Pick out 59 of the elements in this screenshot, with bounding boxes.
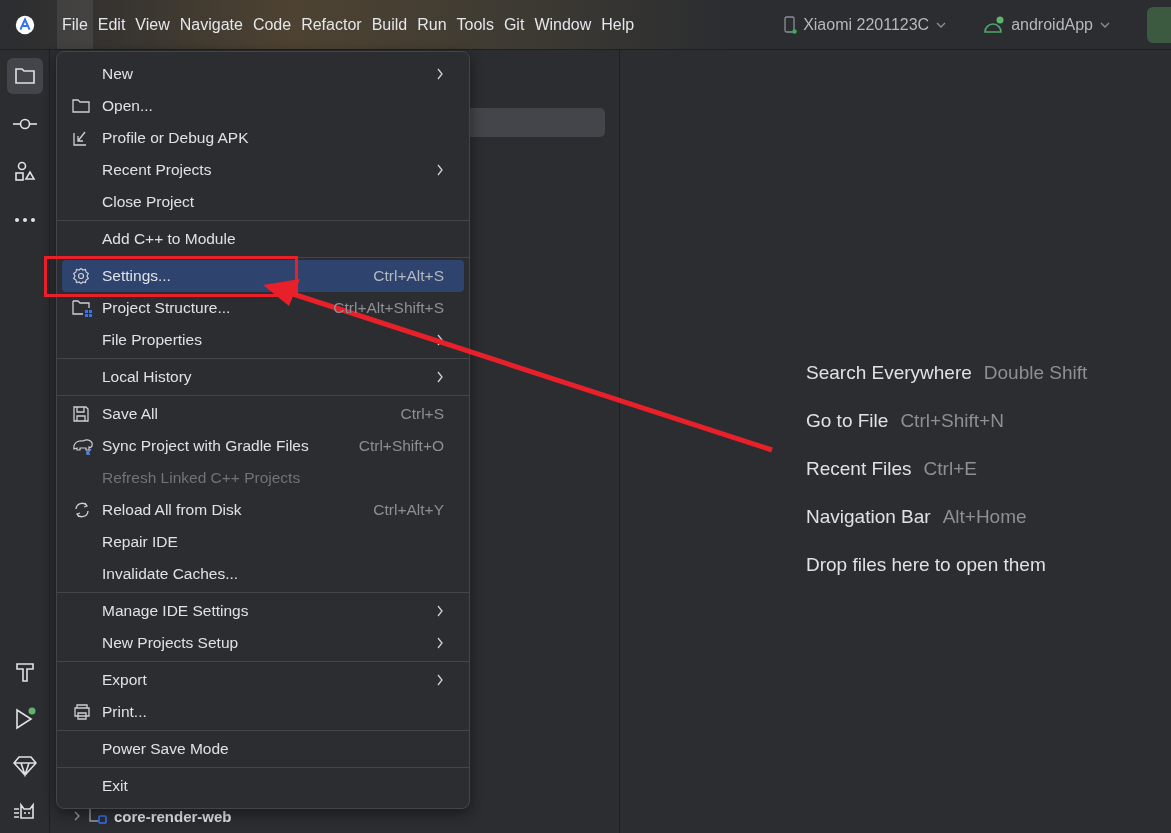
menu-item[interactable]: Open... (62, 90, 464, 122)
menu-bar-item[interactable]: Tools (451, 0, 499, 49)
menu-item[interactable]: Sync Project with Gradle Files Ctrl+Shift+O (62, 430, 464, 462)
menu-item[interactable]: Exit (62, 770, 464, 802)
menu-bar-item[interactable]: Refactor (296, 0, 367, 49)
menu-item[interactable]: Manage IDE Settings (62, 595, 464, 627)
printer-icon (72, 703, 92, 721)
gem-icon[interactable] (12, 755, 37, 777)
hint-text: Search Everywhere (806, 361, 972, 385)
menu-item[interactable]: Close Project (62, 186, 464, 218)
menu-item[interactable]: Repair IDE (62, 526, 464, 558)
menu-item[interactable]: Power Save Mode (62, 733, 464, 765)
hint-text: Go to File (806, 409, 889, 433)
chevron-icon[interactable] (72, 811, 82, 821)
folder-structure-icon (72, 299, 92, 317)
menu-bar-item[interactable]: Build (366, 0, 413, 49)
menu-bar-item[interactable]: Navigate (174, 0, 248, 49)
menu-bar-item[interactable]: File (57, 0, 93, 49)
hint-text: Drop files here to open them (806, 553, 1046, 577)
shortcut-text: Alt+Home (942, 505, 1027, 529)
settings-icon (72, 267, 90, 285)
folder-icon (72, 98, 90, 114)
menu-item[interactable]: Settings... Ctrl+Alt+S (62, 260, 464, 292)
hammer-icon[interactable] (13, 661, 36, 683)
hint-text: Navigation Bar (806, 505, 931, 529)
tree-item[interactable]: core-render-web (114, 807, 232, 825)
menu-item[interactable]: Add C++ to Module (62, 223, 464, 255)
elephant-sync-icon (72, 437, 94, 455)
menu-bar-item[interactable]: Edit (92, 0, 131, 49)
menu-item[interactable]: Project Structure... Ctrl+Alt+Shift+S (62, 292, 464, 324)
menu-item[interactable]: New (62, 58, 464, 90)
folder-icon[interactable] (6, 58, 43, 94)
module-icon (88, 807, 108, 825)
shortcut-text: Ctrl+E (923, 457, 977, 481)
menu-item[interactable]: Export (62, 664, 464, 696)
menu-item[interactable]: Local History (62, 361, 464, 393)
phone-icon (783, 15, 798, 34)
save-icon (72, 405, 90, 423)
menu-item[interactable]: File Properties (62, 324, 464, 356)
menu-item[interactable]: Invalidate Caches... (62, 558, 464, 590)
app-logo-icon[interactable] (14, 13, 36, 36)
menu-item[interactable]: New Projects Setup (62, 627, 464, 659)
hint-text: Recent Files (806, 457, 912, 481)
menu-bar-item[interactable]: Run (412, 0, 452, 49)
menu-bar-item[interactable]: Code (247, 0, 297, 49)
shortcut-text: Double Shift (983, 361, 1088, 385)
menu-bar-item[interactable]: View (130, 0, 175, 49)
menu-item[interactable]: Save All Ctrl+S (62, 398, 464, 430)
menu-item[interactable]: Profile or Debug APK (62, 122, 464, 154)
menu-item[interactable]: Print... (62, 696, 464, 728)
menu-bar-item[interactable]: Window (529, 0, 597, 49)
menu-bar-item[interactable]: Git (498, 0, 530, 49)
reload-icon (72, 501, 92, 519)
device-selector[interactable]: Xiaomi 2201123C (783, 15, 948, 34)
shortcut-text: Ctrl+Shift+N (900, 409, 1004, 433)
run-config-selector[interactable]: androidApp (983, 14, 1111, 35)
menu-bar-item[interactable]: Help (596, 0, 640, 49)
menu-item[interactable]: Reload All from Disk Ctrl+Alt+Y (62, 494, 464, 526)
menu-item[interactable]: Recent Projects (62, 154, 464, 186)
